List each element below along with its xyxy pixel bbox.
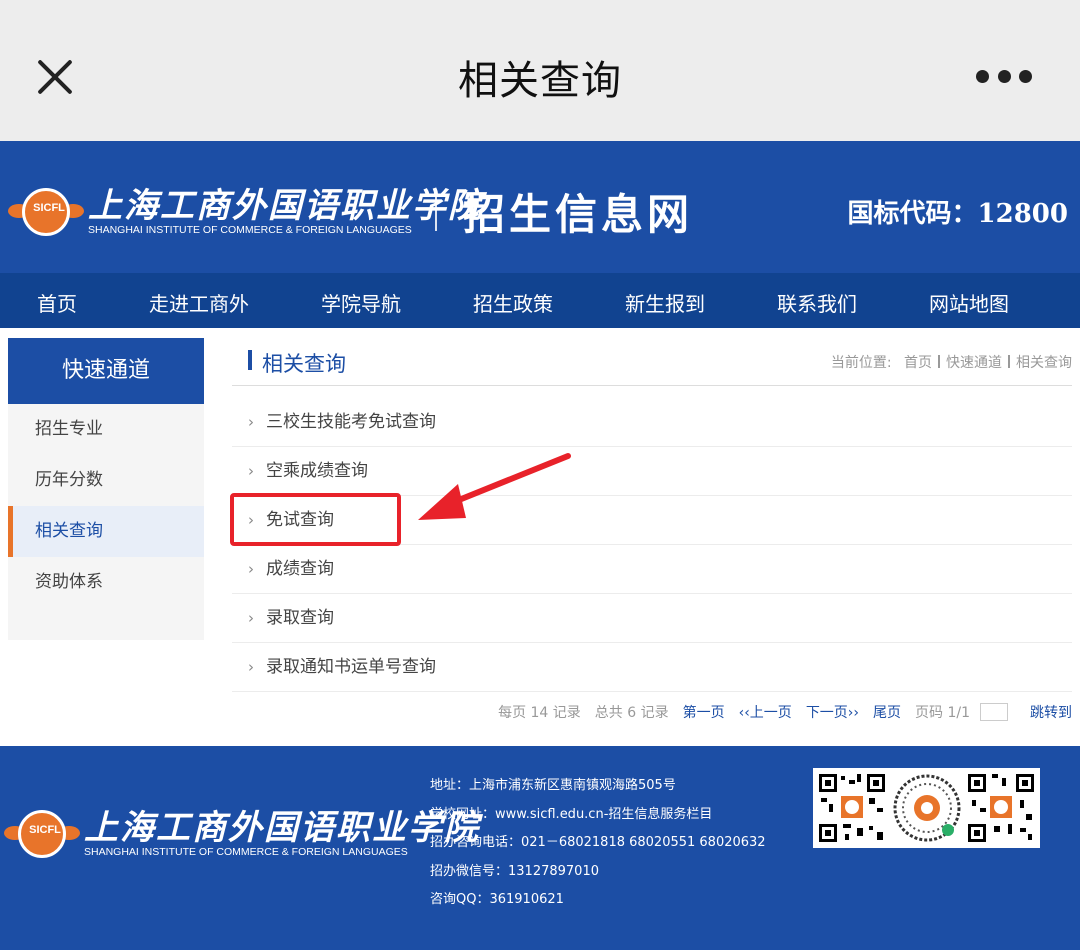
breadcrumb-quick-access[interactable]: 快速通道 <box>946 355 1002 371</box>
nav-item-about[interactable]: 走进工商外 <box>149 288 249 317</box>
chevron-right-icon: › <box>248 658 254 676</box>
first-page-link[interactable]: 第一页 <box>683 702 725 722</box>
header-divider <box>435 189 437 231</box>
page-title: 相关查询 <box>262 348 346 378</box>
pagination: 每页 14 记录 总共 6 记录 第一页 ‹‹上一页 下一页›› 尾页 页码 1… <box>484 702 1072 722</box>
footer-address: 地址：上海市浦东新区惠南镇观海路505号 <box>430 772 766 801</box>
footer-school-name-cn: 上海工商外国语职业学院 <box>84 800 480 849</box>
nav-item-departments[interactable]: 学院导航 <box>321 288 401 317</box>
qr-code-icon <box>817 772 887 844</box>
contact-info: 地址：上海市浦东新区惠南镇观海路505号 学校网址：www.sicfl.edu.… <box>430 772 766 915</box>
site-footer: SICFL 上海工商外国语职业学院 SHANGHAI INSTITUTE OF … <box>0 746 1080 950</box>
national-code: 国标代码：12800 <box>848 193 1068 230</box>
next-page-link[interactable]: 下一页›› <box>806 702 859 722</box>
site-name: 招生信息网 <box>463 181 693 242</box>
sidebar-item-queries[interactable]: 相关查询 <box>8 506 204 557</box>
footer-phone: 招办咨询电话：021－68021818 68020551 68020632 <box>430 829 766 858</box>
list-item[interactable]: ›成绩查询 <box>232 545 1072 594</box>
school-logo[interactable]: SICFL 上海工商外国语职业学院 SHANGHAI INSTITUTE OF … <box>8 186 418 236</box>
wechat-page-title: 相关查询 <box>0 48 1080 106</box>
nav-item-policy[interactable]: 招生政策 <box>473 288 553 317</box>
school-emblem-icon: SICFL <box>8 186 86 236</box>
nav-item-home[interactable]: 首页 <box>37 288 77 317</box>
main-nav: 首页 走进工商外 学院导航 招生政策 新生报到 联系我们 网站地图 <box>0 273 1080 328</box>
sidebar-item-scores[interactable]: 历年分数 <box>8 455 204 506</box>
breadcrumb: 当前位置: 首页快速通道相关查询 <box>831 352 1072 372</box>
breadcrumb-label: 当前位置: <box>831 355 892 371</box>
page-number-input[interactable] <box>980 703 1008 721</box>
sidebar-item-majors[interactable]: 招生专业 <box>8 404 204 455</box>
annotation-arrow-icon <box>400 448 580 538</box>
breadcrumb-home[interactable]: 首页 <box>904 355 932 371</box>
qr-code-panel <box>813 768 1040 848</box>
highlight-box <box>230 493 401 546</box>
nav-item-contact[interactable]: 联系我们 <box>777 288 857 317</box>
footer-website[interactable]: 学校网址：www.sicfl.edu.cn-招生信息服务栏目 <box>430 801 766 830</box>
footer-qq: 咨询QQ：361910621 <box>430 886 766 915</box>
nav-item-sitemap[interactable]: 网站地图 <box>929 288 1009 317</box>
section-header: 相关查询 当前位置: 首页快速通道相关查询 <box>232 338 1072 386</box>
chevron-right-icon: › <box>248 560 254 578</box>
more-options-icon[interactable] <box>976 68 1032 84</box>
footer-school-name-en: SHANGHAI INSTITUTE OF COMMERCE & FOREIGN… <box>84 846 408 858</box>
per-page-count: 每页 14 记录 <box>498 702 581 722</box>
total-count: 总共 6 记录 <box>595 702 669 722</box>
qr-code-icon <box>966 772 1036 844</box>
footer-logo: SICFL 上海工商外国语职业学院 SHANGHAI INSTITUTE OF … <box>4 808 424 858</box>
sidebar-item-financial-aid[interactable]: 资助体系 <box>8 557 204 608</box>
school-name-en: SHANGHAI INSTITUTE OF COMMERCE & FOREIGN… <box>88 224 412 236</box>
breadcrumb-current[interactable]: 相关查询 <box>1016 355 1072 371</box>
jump-to-button[interactable]: 跳转到 <box>1030 702 1072 722</box>
school-emblem-icon: SICFL <box>4 808 82 858</box>
quick-access-sidebar: 快速通道 招生专业 历年分数 相关查询 资助体系 <box>8 338 204 640</box>
chevron-right-icon: › <box>248 609 254 627</box>
prev-page-link[interactable]: ‹‹上一页 <box>739 702 792 722</box>
school-name-cn: 上海工商外国语职业学院 <box>88 178 484 227</box>
page-indicator: 页码 1/1 <box>915 702 970 722</box>
chevron-right-icon: › <box>248 413 254 431</box>
sidebar-title: 快速通道 <box>8 338 204 404</box>
mini-program-code-icon <box>892 772 962 844</box>
nav-item-enrollment[interactable]: 新生报到 <box>625 288 705 317</box>
list-item[interactable]: ›录取通知书运单号查询 <box>232 643 1072 692</box>
title-marker <box>248 350 252 370</box>
site-header: SICFL 上海工商外国语职业学院 SHANGHAI INSTITUTE OF … <box>0 141 1080 273</box>
list-item[interactable]: ›录取查询 <box>232 594 1072 643</box>
chevron-right-icon: › <box>248 462 254 480</box>
footer-wechat: 招办微信号：13127897010 <box>430 858 766 887</box>
last-page-link[interactable]: 尾页 <box>873 702 901 722</box>
list-item[interactable]: ›空乘成绩查询 <box>232 447 1072 496</box>
wechat-top-bar: 相关查询 <box>0 0 1080 141</box>
list-item[interactable]: ›三校生技能考免试查询 <box>232 398 1072 447</box>
